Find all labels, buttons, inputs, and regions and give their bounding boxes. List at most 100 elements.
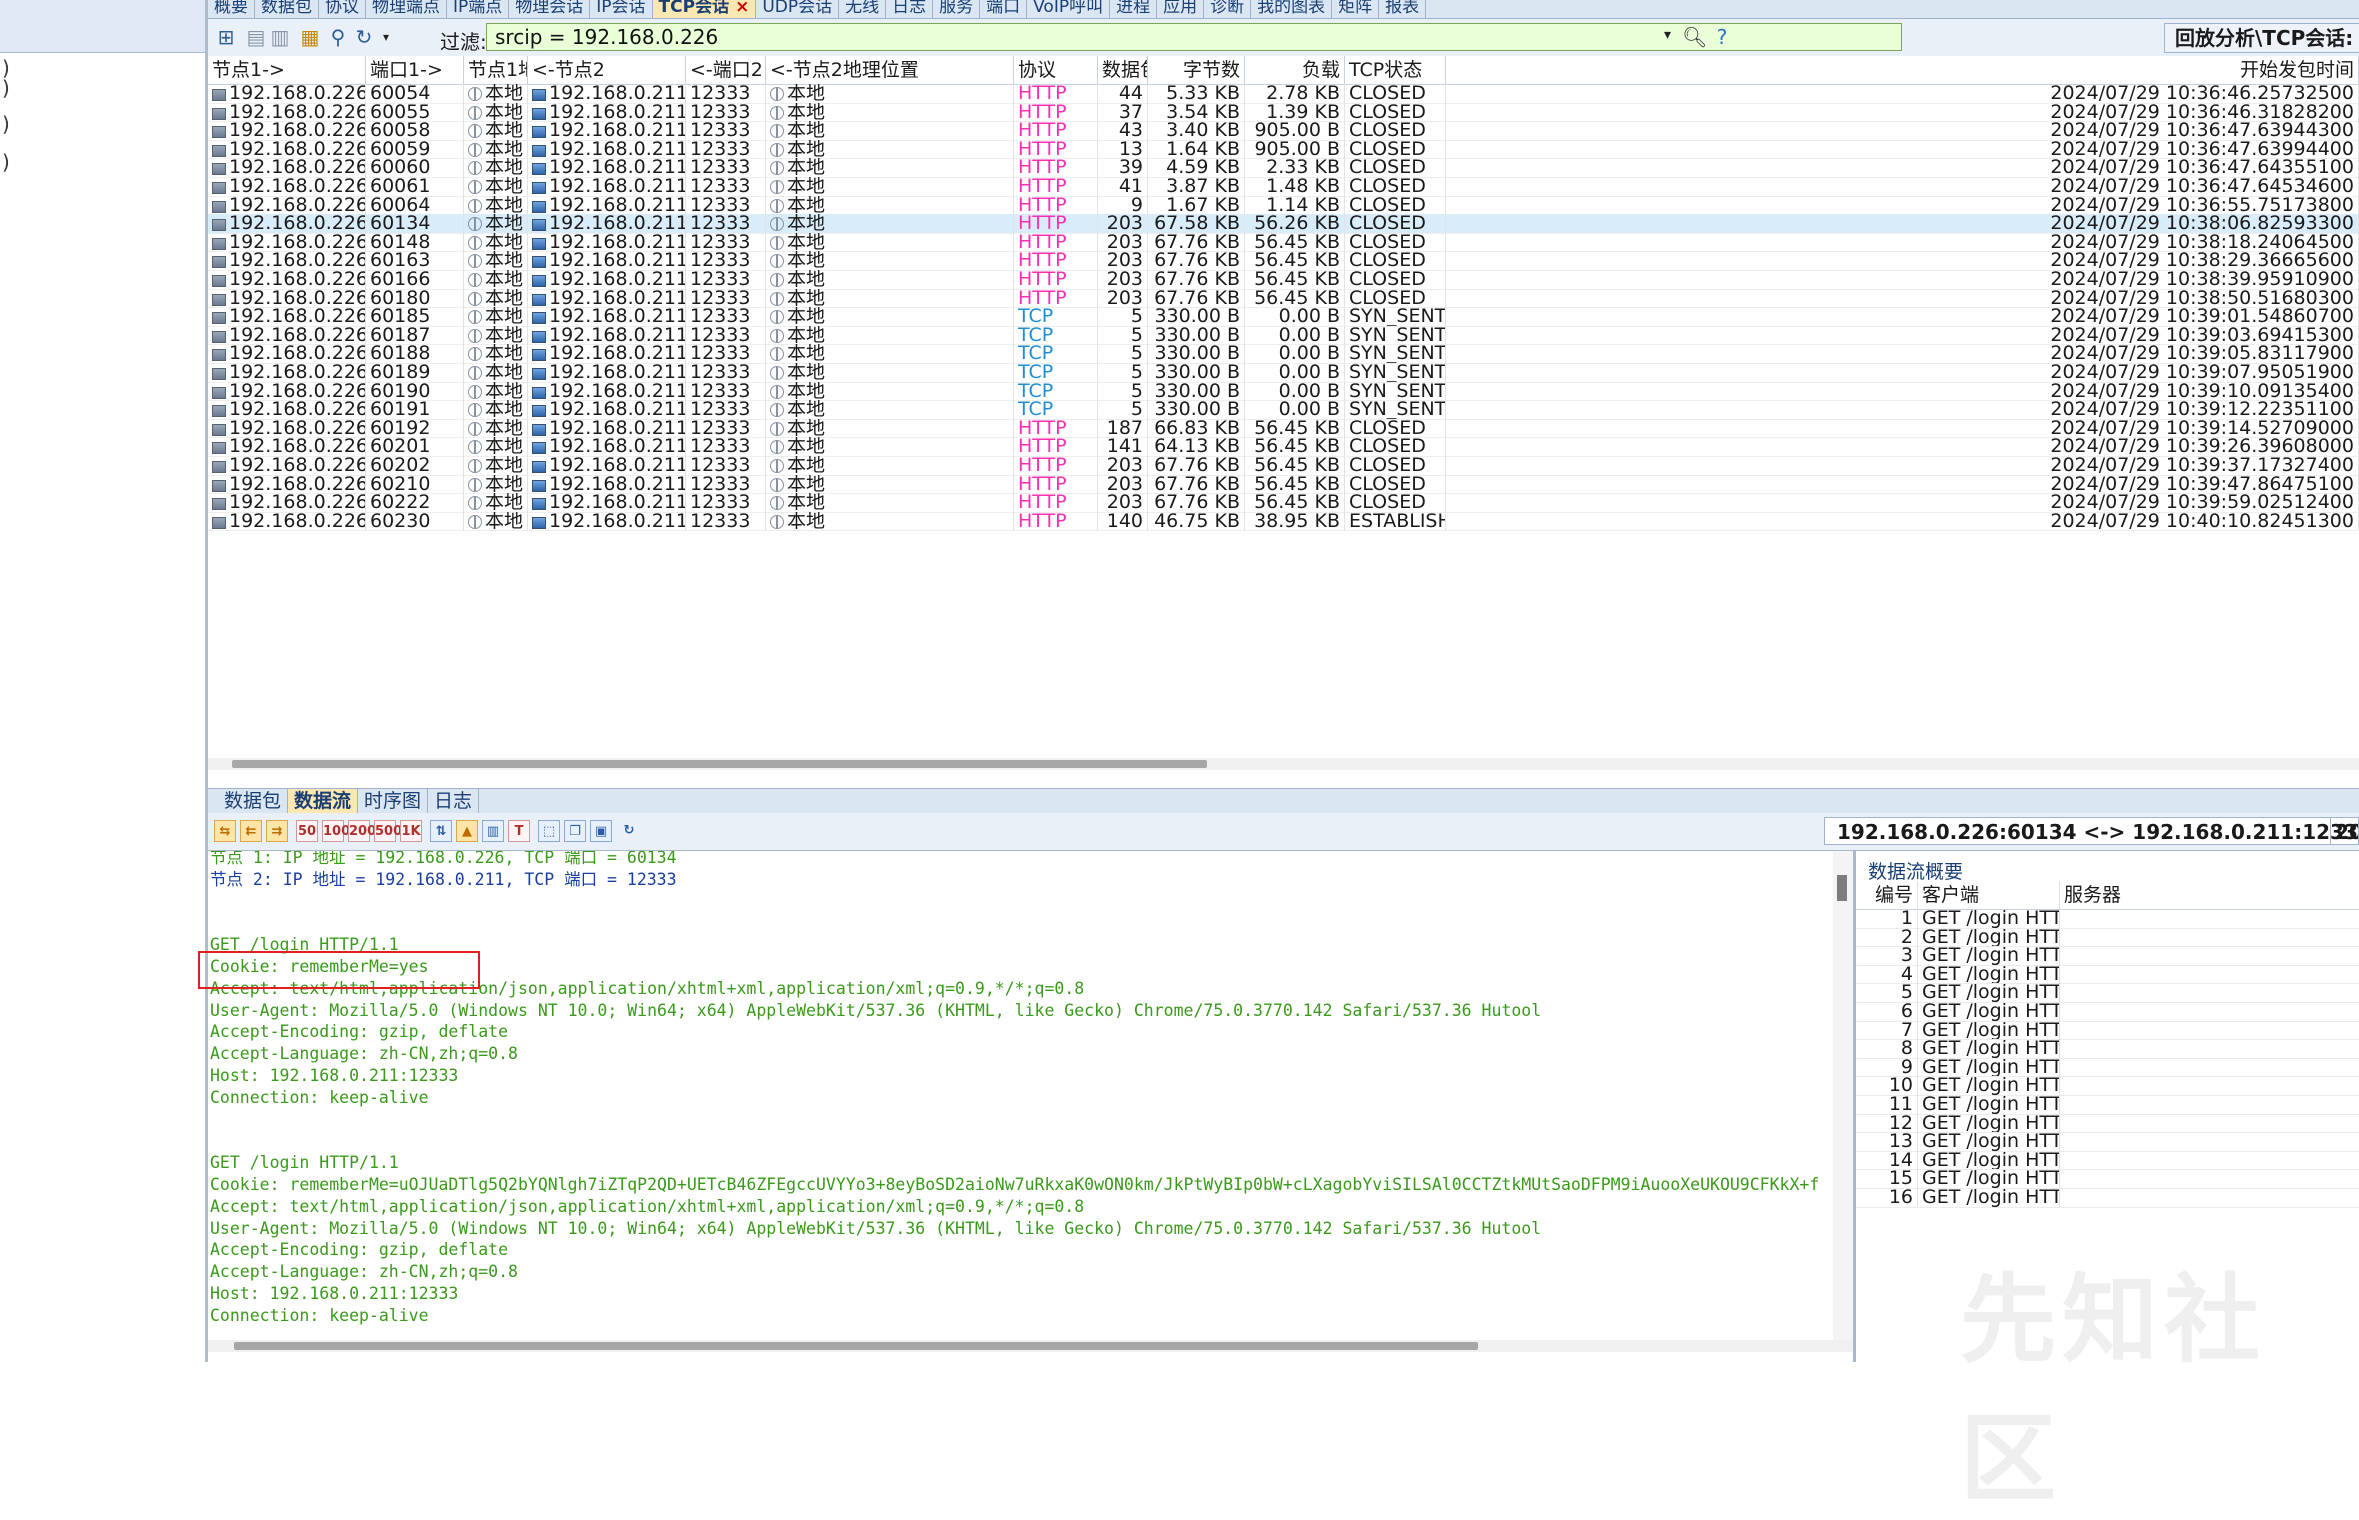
table-row[interactable]: 192.168.0.226 60222 本地 192.168.0.211 12333 本地… <box>208 493 2359 513</box>
column-header-port2[interactable]: <-端口2 <box>686 56 766 84</box>
overview-row[interactable]: 6GET /login HTTP/1.1 <box>1856 1002 2359 1022</box>
overview-row[interactable]: 11GET /login HTTP/1.1 <box>1856 1095 2359 1115</box>
table-row[interactable]: 192.168.0.226 60190 本地 192.168.0.211 12333 本地… <box>208 381 2359 402</box>
overview-row[interactable]: 1GET /login HTTP/1.1 <box>1856 909 2359 929</box>
overview-row[interactable]: 8GET /login HTTP/1.1 <box>1856 1039 2359 1059</box>
copy-icon[interactable]: ❐ <box>564 820 586 842</box>
tab-10[interactable]: 日志 <box>886 0 934 18</box>
tab-16[interactable]: 诊断 <box>1204 0 1252 18</box>
data-stream-text[interactable]: 节点 1: IP 地址 = 192.168.0.226, TCP 端口 = 60… <box>208 851 1833 1340</box>
stream-scroll-thumb[interactable] <box>1837 875 1847 901</box>
table-scroll-thumb[interactable] <box>232 760 1207 768</box>
table-row[interactable]: 192.168.0.226 60191 本地 192.168.0.211 12333 本地… <box>208 400 2359 420</box>
add-filter-icon[interactable]: ⊞ <box>214 25 238 49</box>
help-icon[interactable]: ? <box>1710 25 1734 49</box>
table-row[interactable]: 192.168.0.226 60230 本地 192.168.0.211 12333 本地… <box>208 511 2359 532</box>
detail-tab-3[interactable]: 日志 <box>428 789 480 813</box>
filter-dropdown-icon[interactable]: ▾ <box>1664 27 1671 43</box>
table-row[interactable]: 192.168.0.226 60134 本地 192.168.0.211 12333 本地… <box>208 214 2359 234</box>
export-icon[interactable]: ▤ <box>244 25 268 49</box>
close-tab-icon[interactable]: × <box>735 0 749 17</box>
table-row[interactable]: 192.168.0.226 60148 本地 192.168.0.211 12333 本地… <box>208 232 2359 253</box>
overview-row[interactable]: 3GET /login HTTP/1.1 <box>1856 946 2359 966</box>
detail-tab-1[interactable]: 数据流 <box>288 789 359 813</box>
table-row[interactable]: 192.168.0.226 60064 本地 192.168.0.211 12333 本地… <box>208 195 2359 216</box>
table-row[interactable]: 192.168.0.226 60061 本地 192.168.0.211 12333 本地… <box>208 177 2359 197</box>
refresh-icon[interactable]: ↻ <box>352 25 376 49</box>
table-row[interactable]: 192.168.0.226 60166 本地 192.168.0.211 12333 本地… <box>208 270 2359 290</box>
table-row[interactable]: 192.168.0.226 60059 本地 192.168.0.211 12333 本地… <box>208 139 2359 160</box>
overview-row[interactable]: 10GET /login HTTP/1.1 <box>1856 1076 2359 1096</box>
image-icon[interactable]: ▣ <box>590 820 612 842</box>
packets-50-button[interactable]: 50 <box>296 820 318 842</box>
column-header-node1[interactable]: 节点1-> <box>208 56 366 84</box>
overview-row[interactable]: 2GET /login HTTP/1.1 <box>1856 927 2359 948</box>
overview-row[interactable]: 13GET /login HTTP/1.1 <box>1856 1132 2359 1152</box>
stats-icon[interactable]: ▦ <box>298 25 322 49</box>
tab-4[interactable]: IP端点 <box>447 0 510 18</box>
table-row[interactable]: 192.168.0.226 60188 本地 192.168.0.211 12333 本地… <box>208 344 2359 364</box>
color-icon[interactable]: ▲ <box>456 820 478 842</box>
tab-6[interactable]: IP会话 <box>590 0 653 18</box>
table-row[interactable]: 192.168.0.226 60201 本地 192.168.0.211 12333 本地… <box>208 437 2359 457</box>
tab-5[interactable]: 物理会话 <box>509 0 591 18</box>
table-row[interactable]: 192.168.0.226 60180 本地 192.168.0.211 12333 本地… <box>208 288 2359 309</box>
table-row[interactable]: 192.168.0.226 60055 本地 192.168.0.211 12333 本地… <box>208 102 2359 123</box>
detail-tab-0[interactable]: 数据包 <box>218 789 289 813</box>
overview-row[interactable]: 16GET /login HTTP/1.1 <box>1856 1188 2359 1208</box>
tab-3[interactable]: 物理端点 <box>366 0 447 18</box>
detail-tab-2[interactable]: 时序图 <box>358 789 429 813</box>
tab-2[interactable]: 协议 <box>319 0 366 18</box>
table-row[interactable]: 192.168.0.226 60163 本地 192.168.0.211 12333 本地… <box>208 251 2359 271</box>
stream-vertical-scrollbar[interactable] <box>1833 851 1853 1340</box>
table-row[interactable]: 192.168.0.226 60060 本地 192.168.0.211 12333 本地… <box>208 158 2359 178</box>
tab-18[interactable]: 矩阵 <box>1332 0 1380 18</box>
overview-header-client[interactable]: 客户端 <box>1918 881 2060 909</box>
swap-left-icon[interactable]: ⇇ <box>240 820 262 842</box>
tab-14[interactable]: 进程 <box>1110 0 1158 18</box>
table-row[interactable]: 192.168.0.226 60202 本地 192.168.0.211 12333 本地… <box>208 456 2359 476</box>
sort-icon[interactable]: ⇅ <box>430 820 452 842</box>
tab-13[interactable]: VoIP呼叫 <box>1027 0 1111 18</box>
table-row[interactable]: 192.168.0.226 60189 本地 192.168.0.211 12333 本地… <box>208 363 2359 383</box>
packets-500-button[interactable]: 500 <box>374 820 402 842</box>
swap-right-icon[interactable]: ⇉ <box>266 820 288 842</box>
table-horizontal-scrollbar[interactable] <box>208 758 2359 770</box>
table-row[interactable]: 192.168.0.226 60192 本地 192.168.0.211 12333 本地… <box>208 418 2359 439</box>
column-header-packets[interactable]: 数据包 <box>1098 56 1148 84</box>
overview-row[interactable]: 14GET /login HTTP/1.1 <box>1856 1150 2359 1171</box>
tab-19[interactable]: 报表 <box>1379 0 1427 18</box>
overview-row[interactable]: 7GET /login HTTP/1.1 <box>1856 1020 2359 1041</box>
overview-row[interactable]: 4GET /login HTTP/1.1 <box>1856 964 2359 985</box>
overview-row[interactable]: 12GET /login HTTP/1.1 <box>1856 1113 2359 1134</box>
packets-200-button[interactable]: 200 <box>348 820 376 842</box>
tab-1[interactable]: 数据包 <box>255 0 319 18</box>
column-header-node2[interactable]: <-节点2 <box>528 56 686 84</box>
table-row[interactable]: 192.168.0.226 60058 本地 192.168.0.211 12333 本地… <box>208 121 2359 141</box>
tab-17[interactable]: 我的图表 <box>1251 0 1333 18</box>
table-row[interactable]: 192.168.0.226 60210 本地 192.168.0.211 12333 本地… <box>208 474 2359 495</box>
overview-row[interactable]: 9GET /login HTTP/1.1 <box>1856 1057 2359 1078</box>
tab-8[interactable]: UDP会话 <box>756 0 840 18</box>
hex-icon[interactable]: ⬚ <box>538 820 560 842</box>
tab-7[interactable]: TCP会话 × <box>652 0 757 18</box>
column-header-payload[interactable]: 负载 <box>1245 56 1345 84</box>
tab-15[interactable]: 应用 <box>1157 0 1205 18</box>
packets-100-button[interactable]: 100 <box>322 820 350 842</box>
tab-12[interactable]: 端口 <box>980 0 1028 18</box>
tab-11[interactable]: 服务 <box>933 0 981 18</box>
column-header-port1[interactable]: 端口1-> <box>366 56 464 84</box>
stream-hscroll-thumb[interactable] <box>234 1342 1478 1350</box>
search-icon[interactable]: 🔍︎ <box>1682 25 1707 49</box>
overview-row[interactable]: 15GET /login HTTP/1.1 <box>1856 1169 2359 1189</box>
chart-icon[interactable]: ▥ <box>482 820 504 842</box>
swap-icon[interactable]: ⇆ <box>214 820 236 842</box>
column-header-tcp-state[interactable]: TCP状态 <box>1345 56 1446 84</box>
table-row[interactable]: 192.168.0.226 60185 本地 192.168.0.211 12333 本地… <box>208 307 2359 327</box>
filter-icon[interactable]: ⚲ <box>326 25 350 49</box>
overview-row[interactable]: 5GET /login HTTP/1.1 <box>1856 983 2359 1003</box>
column-header-start-time[interactable]: 开始发包时间 <box>1446 56 2359 84</box>
tab-0[interactable]: 概要 <box>208 0 255 18</box>
tab-9[interactable]: 无线 <box>839 0 887 18</box>
export2-icon[interactable]: ▥ <box>268 25 292 49</box>
